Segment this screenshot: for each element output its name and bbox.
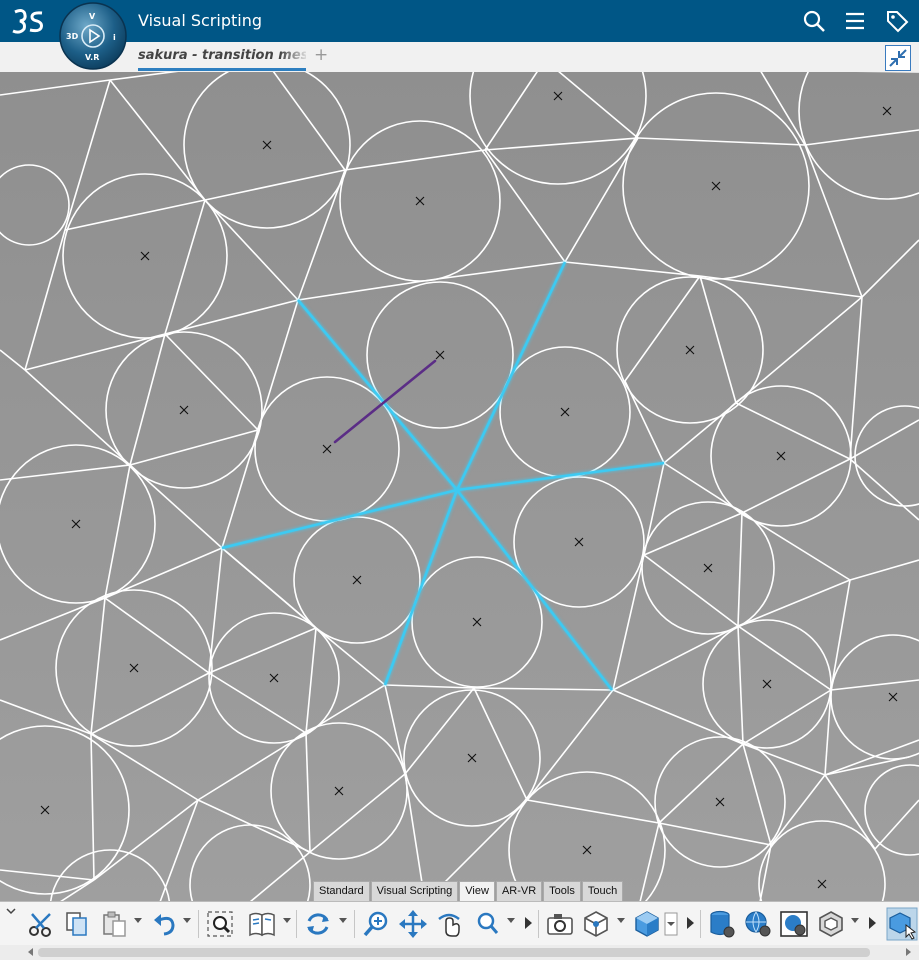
cube-select-icon[interactable] xyxy=(886,907,918,941)
toolbar-tab-ar-vr[interactable]: AR-VR xyxy=(495,881,543,901)
globe-display-icon[interactable] xyxy=(779,909,809,939)
view-dropdown[interactable] xyxy=(617,918,625,923)
toolbar-collapse-icon[interactable] xyxy=(4,906,18,916)
shading-dropdown[interactable] xyxy=(664,912,678,936)
document-tab-bar: sakura - transition mesh to circles + xyxy=(0,42,919,73)
copy-icon[interactable] xyxy=(62,909,92,939)
book-icon[interactable] xyxy=(247,909,277,939)
tag-icon[interactable] xyxy=(885,9,909,33)
menu-icon[interactable] xyxy=(843,9,867,33)
toolbar-more-arrow[interactable] xyxy=(869,917,876,929)
fit-all-icon[interactable] xyxy=(205,909,235,939)
toolbar-separator xyxy=(296,910,297,938)
undo-dropdown[interactable] xyxy=(183,918,191,923)
object-dropdown[interactable] xyxy=(851,918,859,923)
shaded-cube-icon[interactable] xyxy=(632,909,662,939)
tab-active-indicator xyxy=(138,68,306,71)
scroll-right-arrow[interactable] xyxy=(906,948,911,956)
action-bar xyxy=(0,901,919,946)
toolbar-separator xyxy=(354,910,355,938)
search-icon[interactable] xyxy=(802,9,826,33)
toolbar-more-arrow[interactable] xyxy=(525,917,532,929)
rotate-dropdown[interactable] xyxy=(339,918,347,923)
camera-icon[interactable] xyxy=(545,909,575,939)
toolbar-more-arrow[interactable] xyxy=(687,917,694,929)
rotate-icon[interactable] xyxy=(303,909,333,939)
undo-icon[interactable] xyxy=(150,909,180,939)
toolbar-tab-visual-scripting[interactable]: Visual Scripting xyxy=(370,881,459,901)
toolbar-separator xyxy=(700,910,701,938)
scroll-left-arrow[interactable] xyxy=(28,948,33,956)
settings-sphere-icon[interactable] xyxy=(743,909,773,939)
paste-icon[interactable] xyxy=(100,909,130,939)
toolbar-tab-tools[interactable]: Tools xyxy=(543,881,581,901)
hexagon-icon[interactable] xyxy=(816,909,846,939)
zoom-icon[interactable] xyxy=(361,909,391,939)
collapse-view-button[interactable] xyxy=(885,45,911,71)
toolbar-separator xyxy=(198,910,199,938)
toolbar-tab-touch[interactable]: Touch xyxy=(581,881,624,901)
compass-vr-label[interactable]: V.R xyxy=(85,53,99,62)
pan-icon[interactable] xyxy=(398,909,428,939)
toolbar-separator xyxy=(538,910,539,938)
compass-3d-label[interactable]: 3D xyxy=(66,32,79,41)
scissors-icon[interactable] xyxy=(26,909,56,939)
compass-widget[interactable]: 3D V.R V i xyxy=(58,2,128,70)
book-dropdown[interactable] xyxy=(283,918,291,923)
top-bar: Visual Scripting xyxy=(0,0,919,42)
viewport-canvas[interactable] xyxy=(0,72,919,902)
toolbar-tab-standard[interactable]: Standard xyxy=(313,881,370,901)
horizontal-scrollbar[interactable] xyxy=(0,945,919,960)
brand-logo-icon[interactable] xyxy=(10,6,46,36)
app-title: Visual Scripting xyxy=(138,11,262,30)
orbit-icon[interactable] xyxy=(434,909,464,939)
paste-dropdown[interactable] xyxy=(134,918,142,923)
view-cube-icon[interactable] xyxy=(581,909,611,939)
compass-v-label[interactable]: V xyxy=(89,12,96,21)
collapse-icon xyxy=(889,49,907,67)
toolbar-tab-view[interactable]: View xyxy=(459,881,495,901)
scrollbar-thumb[interactable] xyxy=(38,948,870,957)
database-icon[interactable] xyxy=(707,909,737,939)
add-tab-button[interactable]: + xyxy=(314,45,328,65)
toolbar-tabs: Standard Visual Scripting View AR-VR Too… xyxy=(313,881,624,901)
zoom-dropdown[interactable] xyxy=(507,918,515,923)
compass-i-label[interactable]: i xyxy=(113,33,116,42)
search-zoom-icon[interactable] xyxy=(472,909,502,939)
tab-fade xyxy=(280,46,310,66)
